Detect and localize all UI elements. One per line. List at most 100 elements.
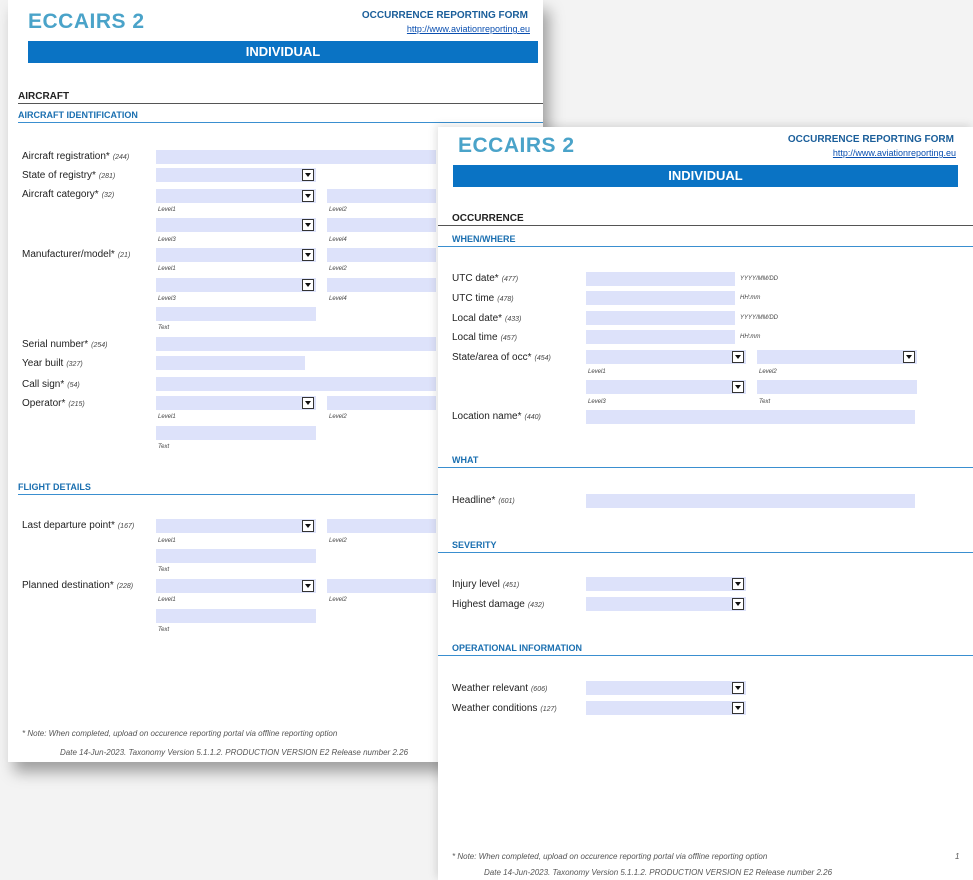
text-caption: Text [158, 627, 170, 633]
operator-text-input[interactable] [156, 426, 316, 440]
level1-caption: Level1 [158, 597, 176, 603]
injury-level-select[interactable] [586, 577, 746, 591]
manufacturer-text-input[interactable] [156, 307, 316, 321]
field-label: Planned destination* (228) [22, 580, 134, 591]
dropdown-arrow-icon[interactable] [732, 578, 744, 590]
dropdown-arrow-icon[interactable] [302, 169, 314, 181]
dropdown-arrow-icon[interactable] [302, 219, 314, 231]
level1-caption: Level1 [588, 369, 606, 375]
year-built-input[interactable] [156, 356, 305, 370]
subsection-divider [18, 122, 543, 123]
field-label: UTC date* (477) [452, 273, 519, 284]
call-sign-input[interactable] [156, 377, 436, 391]
dropdown-arrow-icon[interactable] [732, 598, 744, 610]
field-label: State/area of occ* (454) [452, 352, 551, 363]
subsection-severity: SEVERITY [452, 540, 497, 550]
dropdown-arrow-icon[interactable] [302, 580, 314, 592]
dropdown-arrow-icon[interactable] [302, 520, 314, 532]
level4-caption: Level4 [329, 237, 347, 243]
dropdown-arrow-icon[interactable] [302, 249, 314, 261]
subsection-divider [438, 246, 973, 247]
planned-destination-level1-select[interactable] [156, 579, 316, 593]
subsection-aircraft-identification: AIRCRAFT IDENTIFICATION [18, 110, 138, 120]
date-format-hint: YYYY/MM/DD [740, 315, 779, 321]
headline-input[interactable] [586, 494, 915, 508]
highest-damage-select[interactable] [586, 597, 746, 611]
aircraft-registration-input[interactable] [156, 150, 436, 164]
field-label: Manufacturer/model* (21) [22, 249, 131, 260]
manufacturer-level3-select[interactable] [156, 278, 316, 292]
level2-caption: Level2 [329, 266, 347, 272]
dropdown-arrow-icon[interactable] [732, 351, 744, 363]
state-area-level3-select[interactable] [586, 380, 746, 394]
portal-link[interactable]: http://www.aviationreporting.eu [308, 24, 530, 34]
utc-date-input[interactable] [586, 272, 735, 286]
subsection-flight-details: FLIGHT DETAILS [18, 482, 91, 492]
level1-caption: Level1 [158, 207, 176, 213]
field-label: Last departure point* (167) [22, 520, 135, 531]
last-departure-level2-select[interactable] [327, 519, 436, 533]
level2-caption: Level2 [329, 207, 347, 213]
level3-caption: Level3 [158, 296, 176, 302]
state-area-text-input[interactable] [757, 380, 917, 394]
eccairs-logo: ECCAIRS 2 [458, 134, 575, 157]
subsection-divider [438, 552, 973, 553]
dropdown-arrow-icon[interactable] [302, 397, 314, 409]
upload-note: * Note: When completed, upload on occure… [22, 729, 338, 738]
field-label: Local date* (433) [452, 313, 522, 324]
dropdown-arrow-icon[interactable] [732, 381, 744, 393]
operator-level2-select[interactable] [327, 396, 436, 410]
subsection-operational-information: OPERATIONAL INFORMATION [452, 643, 582, 653]
time-format-hint: HH:mm [740, 334, 761, 340]
last-departure-level1-select[interactable] [156, 519, 316, 533]
section-divider [438, 225, 973, 226]
form-title: OCCURRENCE REPORTING FORM [787, 134, 954, 145]
text-caption: Text [158, 325, 170, 331]
utc-time-input[interactable] [586, 291, 735, 305]
manufacturer-level4-select[interactable] [327, 278, 436, 292]
aircraft-category-level3-select[interactable] [156, 218, 316, 232]
page-number: 1 [955, 852, 960, 861]
field-label: Aircraft category* (32) [22, 189, 115, 200]
aircraft-category-level1-select[interactable] [156, 189, 316, 203]
manufacturer-level2-select[interactable] [327, 248, 436, 262]
aircraft-category-level4-select[interactable] [327, 218, 436, 232]
manufacturer-level1-select[interactable] [156, 248, 316, 262]
state-of-registry-select[interactable] [156, 168, 316, 182]
field-label: Injury level (451) [452, 579, 520, 590]
local-date-input[interactable] [586, 311, 735, 325]
field-label: Highest damage (432) [452, 599, 545, 610]
section-aircraft: AIRCRAFT [18, 91, 70, 102]
weather-relevant-select[interactable] [586, 681, 746, 695]
serial-number-input[interactable] [156, 337, 436, 351]
portal-link[interactable]: http://www.aviationreporting.eu [734, 148, 956, 158]
dropdown-arrow-icon[interactable] [732, 682, 744, 694]
operator-level1-select[interactable] [156, 396, 316, 410]
last-departure-text-input[interactable] [156, 549, 316, 563]
level2-caption: Level2 [329, 414, 347, 420]
level3-caption: Level3 [158, 237, 176, 243]
weather-conditions-select[interactable] [586, 701, 746, 715]
field-label: UTC time (478) [452, 293, 514, 304]
level1-caption: Level1 [158, 538, 176, 544]
location-name-input[interactable] [586, 410, 915, 424]
field-label: Aircraft registration* (244) [22, 151, 130, 162]
form-page-occurrence: ECCAIRS 2 OCCURRENCE REPORTING FORM http… [438, 127, 973, 880]
dropdown-arrow-icon[interactable] [302, 190, 314, 202]
level4-caption: Level4 [329, 296, 347, 302]
dropdown-arrow-icon[interactable] [732, 702, 744, 714]
local-time-input[interactable] [586, 330, 735, 344]
field-label: Weather relevant (606) [452, 683, 548, 694]
planned-destination-text-input[interactable] [156, 609, 316, 623]
state-area-level2-select[interactable] [757, 350, 917, 364]
state-area-level1-select[interactable] [586, 350, 746, 364]
level1-caption: Level1 [158, 266, 176, 272]
aircraft-category-level2-select[interactable] [327, 189, 436, 203]
subsection-divider [438, 467, 973, 468]
level2-caption: Level2 [329, 597, 347, 603]
dropdown-arrow-icon[interactable] [302, 279, 314, 291]
section-divider [18, 103, 543, 104]
planned-destination-level2-select[interactable] [327, 579, 436, 593]
level3-caption: Level3 [588, 399, 606, 405]
dropdown-arrow-icon[interactable] [903, 351, 915, 363]
